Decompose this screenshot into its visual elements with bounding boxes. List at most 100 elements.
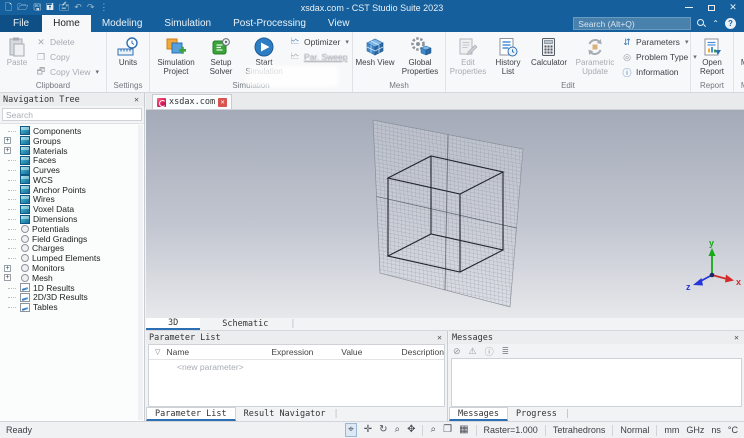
tab-messages[interactable]: Messages xyxy=(449,407,508,421)
split-view-icon[interactable]: ❐ xyxy=(443,424,452,436)
tab-simulation[interactable]: Simulation xyxy=(153,15,222,32)
tree-item-components[interactable]: Components xyxy=(0,126,144,136)
parametric-update-button[interactable]: Parametric Update xyxy=(571,33,619,81)
parameter-list-close-icon[interactable]: ✕ xyxy=(435,333,444,342)
tree-item-lumped-elements[interactable]: Lumped Elements xyxy=(0,253,144,263)
tree-item-charges[interactable]: Charges xyxy=(0,243,144,253)
select-tool-icon[interactable]: ⌖ xyxy=(345,423,357,437)
expand-icon[interactable]: + xyxy=(4,264,11,272)
copy-view-button[interactable]: 🗗 Copy View xyxy=(35,65,103,79)
viewport-3d[interactable]: y x z xyxy=(146,110,744,318)
tab-file[interactable]: File xyxy=(0,15,43,32)
setup-solver-button[interactable]: Setup Solver xyxy=(201,33,241,81)
tree-item-groups[interactable]: + Groups xyxy=(0,136,144,146)
optimizer-button[interactable]: 🗠 Optimizer xyxy=(289,35,349,49)
save-icon[interactable]: 🖫 xyxy=(33,3,41,12)
tab-view[interactable]: View xyxy=(317,15,361,32)
redo-icon[interactable]: ↷ xyxy=(87,3,95,12)
expand-icon[interactable]: + xyxy=(4,274,11,282)
macros-button[interactable]: Macros xyxy=(735,33,744,81)
calculator-button[interactable]: Calculator xyxy=(527,33,571,81)
filter-icon[interactable]: ▽ xyxy=(149,348,166,356)
unit-time[interactable]: ns xyxy=(711,425,721,435)
warnings-filter-icon[interactable]: ⚠ xyxy=(469,346,477,357)
close-button[interactable]: ✕ xyxy=(722,0,744,15)
messages-close-icon[interactable]: ✕ xyxy=(732,333,741,342)
info-filter-icon[interactable]: ⓘ xyxy=(485,345,494,358)
copy-button[interactable]: ❐ Copy xyxy=(35,50,103,64)
tree-item-mesh[interactable]: + Mesh xyxy=(0,273,144,283)
tab-post-processing[interactable]: Post-Processing xyxy=(222,15,317,32)
export-icon[interactable]: 🖆 xyxy=(59,3,70,12)
column-value[interactable]: Value xyxy=(341,347,401,357)
tab-parameter-list[interactable]: Parameter List xyxy=(146,407,236,421)
maximize-button[interactable] xyxy=(700,0,722,15)
history-list-button[interactable]: History List xyxy=(489,33,527,81)
expand-icon[interactable]: + xyxy=(4,137,11,145)
tree-item-voxel-data[interactable]: Voxel Data xyxy=(0,204,144,214)
save-all-icon[interactable]: 🖬 xyxy=(46,3,54,12)
tree-item-dimensions[interactable]: Dimensions xyxy=(0,214,144,224)
rotate-tool-icon[interactable]: ↻ xyxy=(379,424,387,436)
new-parameter-row[interactable]: <new parameter> xyxy=(149,360,444,373)
tab-progress[interactable]: Progress xyxy=(508,407,565,421)
simulation-project-button[interactable]: Simulation Project xyxy=(151,33,201,81)
edit-properties-button[interactable]: Edit Properties xyxy=(447,33,489,81)
tree-item-curves[interactable]: Curves xyxy=(0,165,144,175)
tab-modeling[interactable]: Modeling xyxy=(91,15,154,32)
tree-item-wcs[interactable]: WCS xyxy=(0,175,144,185)
tree-item-monitors[interactable]: + Monitors xyxy=(0,263,144,273)
information-button[interactable]: ⓘ Information xyxy=(621,65,687,79)
tab-home[interactable]: Home xyxy=(42,15,91,32)
document-tab[interactable]: xsdax.com ✕ xyxy=(152,94,233,109)
tree-item-potentials[interactable]: Potentials xyxy=(0,224,144,234)
open-file-icon[interactable]: 🗁 xyxy=(17,3,28,12)
qat-more-icon[interactable]: ⋮ xyxy=(99,3,108,12)
tab-3d[interactable]: 3D xyxy=(146,318,201,330)
search-icon[interactable] xyxy=(697,19,706,28)
tree-item-materials[interactable]: + Materials xyxy=(0,146,144,156)
tab-result-navigator[interactable]: Result Navigator xyxy=(236,407,334,421)
unit-temperature[interactable]: °C xyxy=(728,425,738,435)
tree-search-input[interactable] xyxy=(3,109,141,120)
column-name[interactable]: Name xyxy=(166,347,271,357)
undo-icon[interactable]: ↶ xyxy=(74,3,82,12)
open-report-button[interactable]: Open Report xyxy=(692,33,732,81)
tree-item-1d-results[interactable]: 1D Results xyxy=(0,283,144,293)
document-tab-close-icon[interactable]: ✕ xyxy=(218,97,228,107)
raster-value[interactable]: Raster=1.000 xyxy=(484,425,538,435)
tree-item-2d3d-results[interactable]: 2D/3D Results xyxy=(0,292,144,302)
column-description[interactable]: Description xyxy=(401,347,444,357)
message-list-icon[interactable]: ≣ xyxy=(502,346,510,357)
units-button[interactable]: Units xyxy=(108,33,148,81)
zoom-lasso-icon[interactable]: ⌕ xyxy=(394,424,400,436)
tree-item-tables[interactable]: Tables xyxy=(0,302,144,312)
global-properties-button[interactable]: Global Properties xyxy=(396,33,444,81)
collapse-ribbon-icon[interactable]: ⌃ xyxy=(712,19,719,28)
view-mode[interactable]: Normal xyxy=(620,425,649,435)
tree-item-faces[interactable]: Faces xyxy=(0,155,144,165)
column-expression[interactable]: Expression xyxy=(271,347,341,357)
pan-tool-icon[interactable]: ✛ xyxy=(364,424,372,436)
minimize-button[interactable] xyxy=(678,0,700,15)
bounding-box-icon[interactable]: ▦ xyxy=(459,424,468,436)
help-icon[interactable]: ? xyxy=(725,18,736,29)
parameters-button[interactable]: ⇵ Parameters xyxy=(621,35,687,49)
expand-icon[interactable]: + xyxy=(4,146,11,154)
search-input[interactable] xyxy=(574,18,691,29)
paste-button[interactable]: Paste xyxy=(1,33,33,81)
unit-frequency[interactable]: GHz xyxy=(686,425,704,435)
tree-item-anchor-points[interactable]: Anchor Points xyxy=(0,185,144,195)
tab-schematic[interactable]: Schematic xyxy=(200,318,290,330)
mesh-view-button[interactable]: Mesh View xyxy=(354,33,396,81)
unit-mm[interactable]: mm xyxy=(664,425,679,435)
delete-button[interactable]: ✕ Delete xyxy=(35,35,103,49)
navigation-tree-close-icon[interactable]: ✕ xyxy=(132,95,141,104)
problem-type-button[interactable]: ◎ Problem Type xyxy=(621,50,688,64)
par-sweep-button[interactable]: 🗠 Par. Sweep xyxy=(289,50,349,64)
center-view-icon[interactable]: ✥ xyxy=(407,424,415,436)
mesh-type[interactable]: Tetrahedrons xyxy=(553,425,606,435)
tree-item-field-gradings[interactable]: Field Gradings xyxy=(0,234,144,244)
tree-item-wires[interactable]: Wires xyxy=(0,194,144,204)
errors-filter-icon[interactable]: ⊘ xyxy=(453,346,461,357)
